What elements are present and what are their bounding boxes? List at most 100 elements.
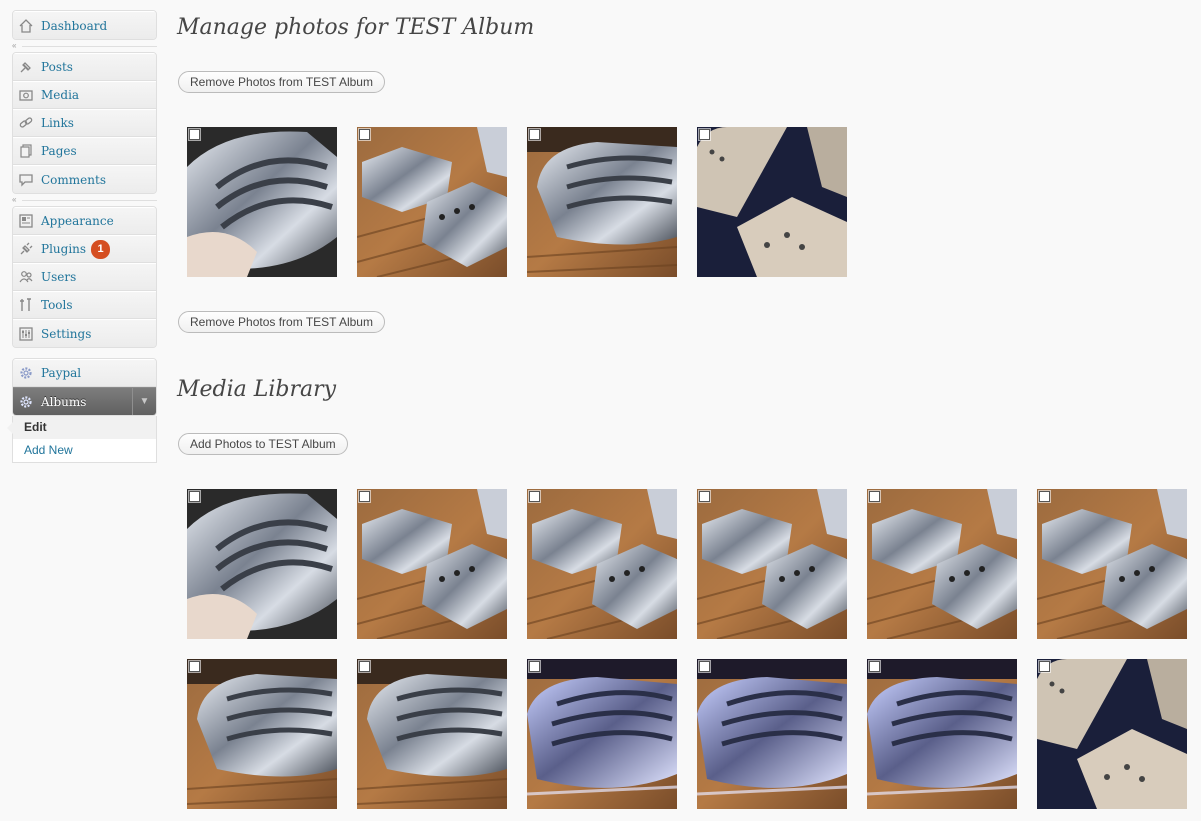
admin-sidebar: Dashboard « Posts Media Links Pages Comm… (7, 10, 157, 463)
menu-label: Links (41, 116, 74, 130)
photo-select-checkbox[interactable] (189, 661, 200, 672)
submenu-item-add-new[interactable]: Add New (13, 439, 156, 462)
menu-label: Users (41, 270, 77, 284)
photo-thumbnail[interactable] (867, 659, 1017, 809)
photo-image (697, 489, 847, 639)
photo-image (1037, 489, 1187, 639)
menu-item-users[interactable]: Users (13, 263, 156, 291)
photo-thumbnail[interactable] (357, 127, 507, 277)
menu-item-albums[interactable]: Albums ▼ (13, 387, 156, 415)
photo-thumbnail[interactable] (187, 127, 337, 277)
menu-item-paypal[interactable]: Paypal (13, 359, 156, 387)
photo-thumbnail[interactable] (187, 489, 337, 639)
comment-icon (18, 172, 34, 188)
photo-thumbnail[interactable] (357, 489, 507, 639)
photo-thumbnail[interactable] (527, 489, 677, 639)
photo-select-checkbox[interactable] (189, 129, 200, 140)
menu-separator[interactable]: « (12, 40, 157, 52)
photo-select-checkbox[interactable] (529, 661, 540, 672)
photo-thumbnail[interactable] (357, 659, 507, 809)
photo-image (527, 659, 677, 809)
albums-submenu: Edit Add New (7, 416, 157, 463)
media-library-title: Media Library (177, 377, 337, 402)
menu-label: Appearance (41, 214, 114, 228)
photo-select-checkbox[interactable] (359, 129, 370, 140)
photo-image (867, 659, 1017, 809)
photo-image (187, 659, 337, 809)
photo-thumbnail[interactable] (867, 489, 1017, 639)
photo-select-checkbox[interactable] (699, 491, 710, 502)
menu-item-plugins[interactable]: Plugins 1 (13, 235, 156, 263)
photo-select-checkbox[interactable] (869, 661, 880, 672)
menu-label: Posts (41, 60, 73, 74)
menu-label: Albums (41, 394, 87, 409)
photo-select-checkbox[interactable] (189, 491, 200, 502)
menu-item-appearance[interactable]: Appearance (13, 207, 156, 235)
submenu-toggle-icon[interactable]: ▼ (132, 387, 156, 415)
menu-item-tools[interactable]: Tools (13, 291, 156, 319)
link-icon (18, 115, 34, 131)
photo-thumbnail[interactable] (697, 127, 847, 277)
menu-group-admin: Appearance Plugins 1 Users Tools Setting… (12, 206, 157, 348)
photo-select-checkbox[interactable] (1039, 491, 1050, 502)
photo-image (527, 127, 677, 277)
pushpin-icon (18, 59, 34, 75)
photo-thumbnail[interactable] (1037, 489, 1187, 639)
menu-label: Comments (41, 172, 106, 187)
photo-select-checkbox[interactable] (699, 661, 710, 672)
photo-select-checkbox[interactable] (359, 491, 370, 502)
submenu-item-edit[interactable]: Edit (13, 416, 156, 439)
photo-image (527, 489, 677, 639)
menu-item-comments[interactable]: Comments (13, 165, 156, 193)
tools-icon (18, 297, 34, 313)
menu-group-dashboard: Dashboard (12, 10, 157, 40)
collapse-arrow-icon[interactable]: « (12, 41, 22, 51)
dashboard-icon (18, 18, 34, 34)
remove-photos-button-bottom[interactable]: Remove Photos from TEST Album (178, 311, 385, 333)
photo-image (697, 127, 847, 277)
users-icon (18, 269, 34, 285)
photo-select-checkbox[interactable] (869, 491, 880, 502)
photo-select-checkbox[interactable] (699, 129, 710, 140)
menu-label: Settings (41, 326, 92, 341)
menu-label: Tools (41, 298, 73, 312)
photo-thumbnail[interactable] (527, 127, 677, 277)
menu-item-links[interactable]: Links (13, 109, 156, 137)
album-page-title: Manage photos for TEST Album (177, 15, 535, 40)
photo-image (867, 489, 1017, 639)
plugin-icon (18, 241, 34, 257)
photo-image (1037, 659, 1187, 809)
photo-image (357, 489, 507, 639)
gear-icon (18, 394, 34, 410)
photo-select-checkbox[interactable] (529, 129, 540, 140)
photo-select-checkbox[interactable] (529, 491, 540, 502)
menu-item-settings[interactable]: Settings (13, 319, 156, 347)
photo-select-checkbox[interactable] (1039, 661, 1050, 672)
photo-image (697, 659, 847, 809)
menu-separator[interactable]: « (12, 194, 157, 206)
menu-item-pages[interactable]: Pages (13, 137, 156, 165)
pages-icon (18, 143, 34, 159)
photo-select-checkbox[interactable] (359, 661, 370, 672)
settings-icon (18, 326, 34, 342)
add-photos-button[interactable]: Add Photos to TEST Album (178, 433, 348, 455)
current-pointer-icon (7, 422, 13, 434)
menu-label: Dashboard (41, 18, 108, 33)
photo-thumbnail[interactable] (187, 659, 337, 809)
photo-image (187, 489, 337, 639)
menu-label: Pages (41, 144, 77, 158)
menu-group-content: Posts Media Links Pages Comments (12, 52, 157, 194)
menu-item-media[interactable]: Media (13, 81, 156, 109)
menu-item-posts[interactable]: Posts (13, 53, 156, 81)
menu-item-dashboard[interactable]: Dashboard (13, 11, 156, 39)
photo-thumbnail[interactable] (527, 659, 677, 809)
photo-thumbnail[interactable] (1037, 659, 1187, 809)
photo-thumbnail[interactable] (697, 659, 847, 809)
remove-photos-button-top[interactable]: Remove Photos from TEST Album (178, 71, 385, 93)
photo-image (187, 127, 337, 277)
media-icon (18, 87, 34, 103)
collapse-arrow-icon[interactable]: « (12, 195, 22, 205)
menu-group-plugins-custom: Paypal Albums ▼ (12, 358, 157, 416)
photo-thumbnail[interactable] (697, 489, 847, 639)
gear-icon (18, 365, 34, 381)
